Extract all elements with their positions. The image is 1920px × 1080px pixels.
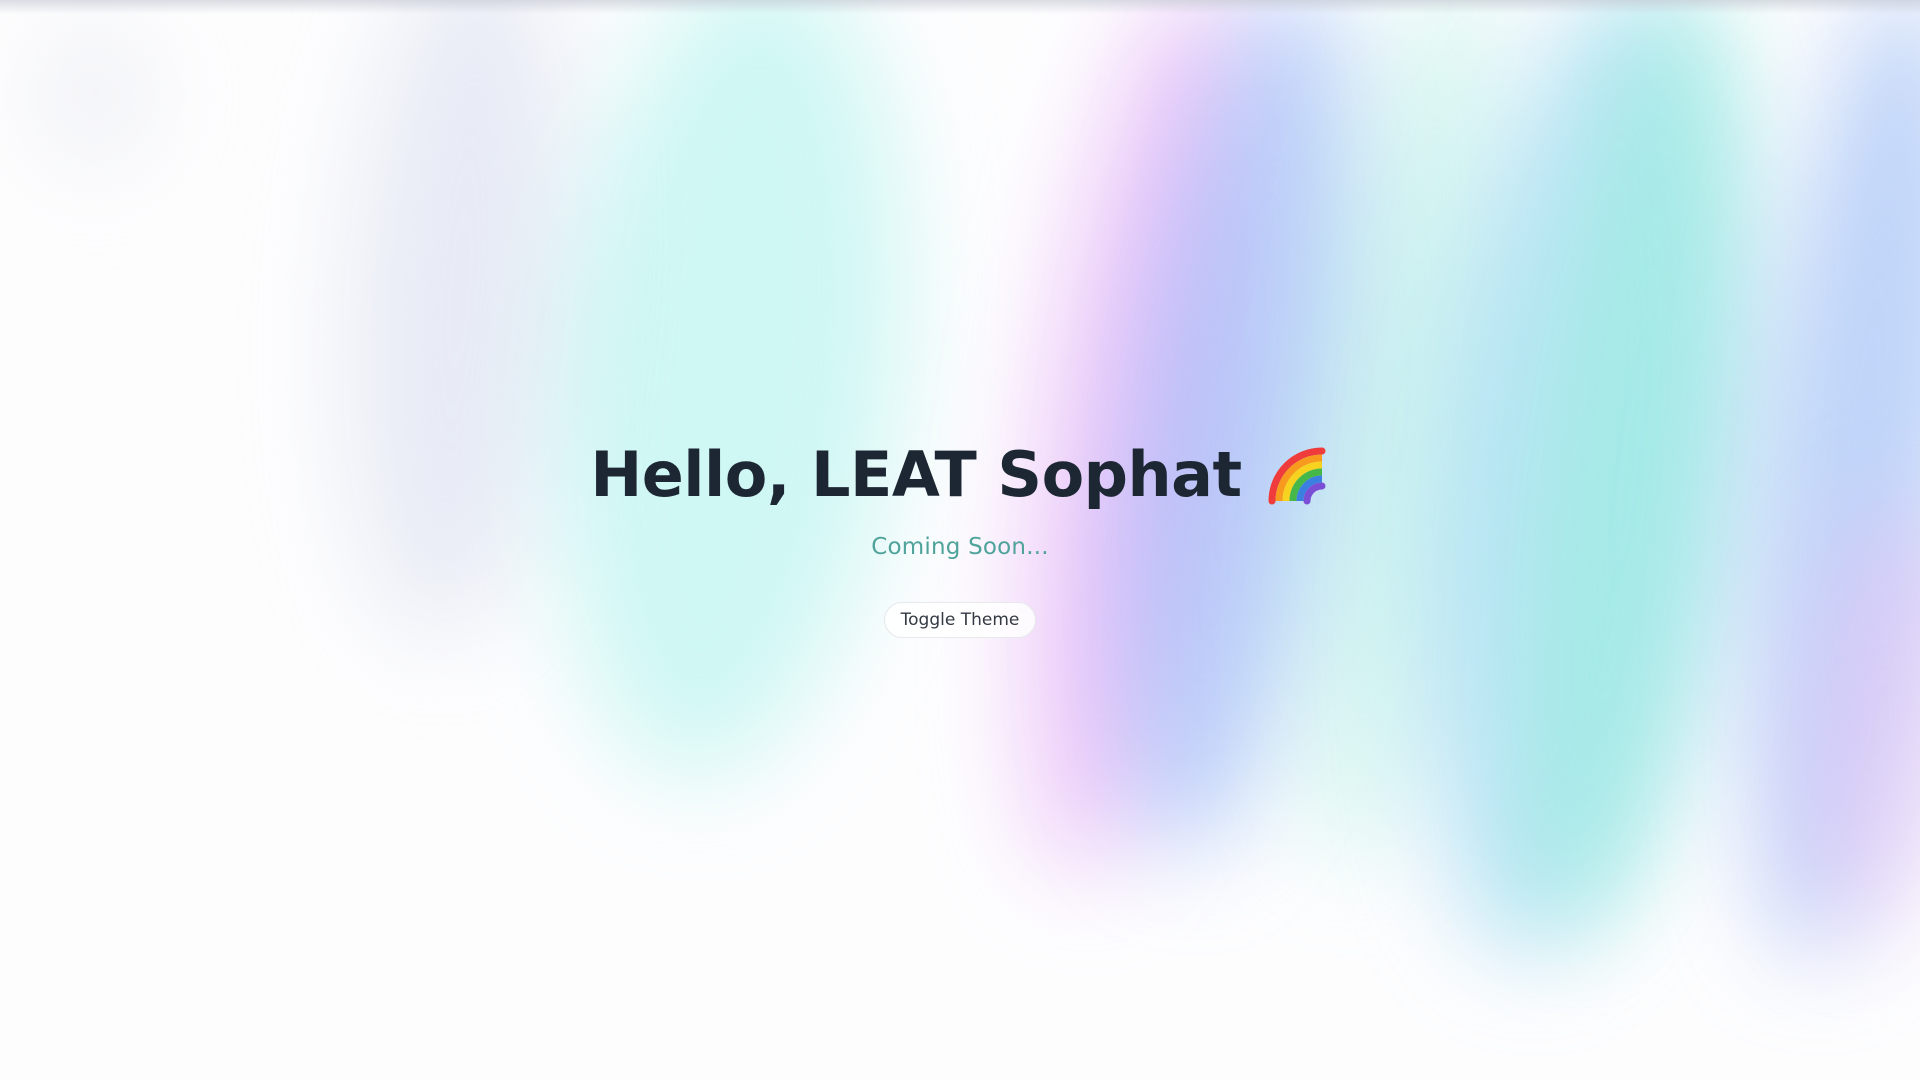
toggle-theme-button[interactable]: Toggle Theme [883, 602, 1037, 638]
coming-soon-page: Hello, LEAT Sophat Coming Soon... Toggle… [0, 0, 1920, 1080]
page-title: Hello, LEAT Sophat [590, 430, 1329, 520]
rainbow-icon [1266, 443, 1330, 507]
hero: Hello, LEAT Sophat Coming Soon... Toggle… [0, 430, 1920, 638]
coming-soon-subtitle: Coming Soon... [871, 534, 1049, 560]
top-edge-shadow [0, 0, 1920, 14]
greeting-text: Hello, LEAT Sophat [590, 438, 1242, 511]
